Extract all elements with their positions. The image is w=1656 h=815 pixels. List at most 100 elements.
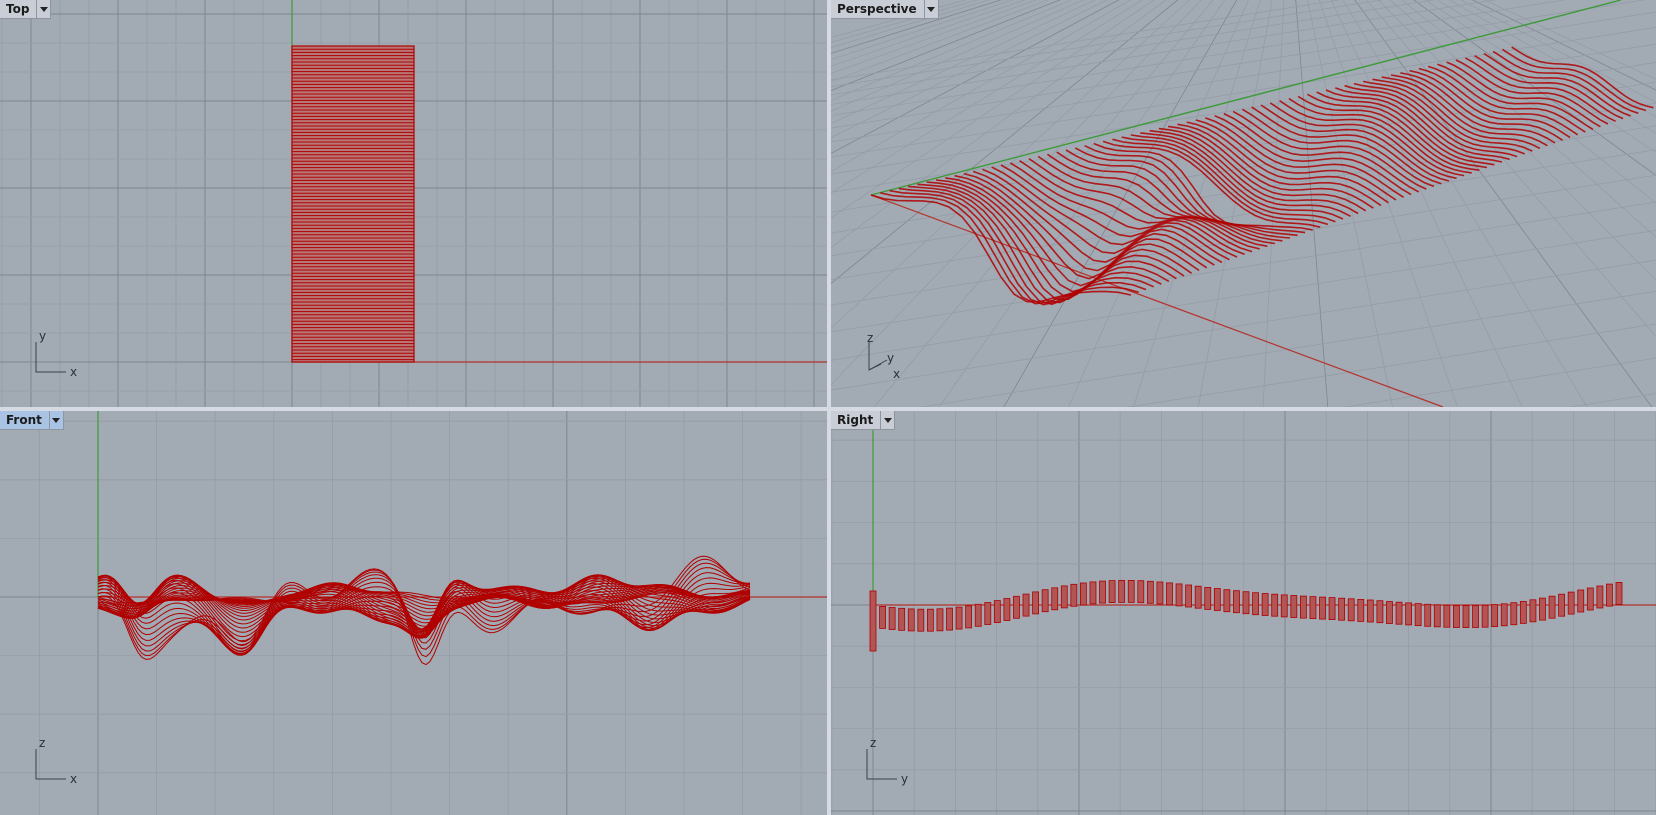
viewport-top[interactable]: xy Top	[0, 0, 827, 407]
axis-widget-icon	[866, 749, 897, 780]
viewport-title[interactable]: Perspective	[831, 0, 924, 18]
axis-label-horizontal: y	[901, 772, 908, 786]
viewport-front[interactable]: xz Front	[0, 411, 827, 815]
axis-widget-icon	[868, 359, 888, 371]
section-profile	[1462, 605, 1470, 629]
section-profile	[917, 608, 925, 632]
chevron-down-icon[interactable]	[36, 0, 50, 18]
viewport-tab-front[interactable]: Front	[0, 411, 64, 430]
viewport-tab-right[interactable]: Right	[831, 411, 896, 430]
grid-line	[1483, 0, 1656, 80]
grid-line	[1126, 323, 1656, 407]
section-profile	[1519, 600, 1527, 624]
section-profile	[1500, 603, 1508, 627]
section-profile	[1070, 583, 1078, 607]
section-profile	[1137, 580, 1145, 604]
grid-line	[1460, 0, 1656, 103]
section-profile	[1290, 595, 1298, 618]
axis-label-vertical: z	[39, 736, 45, 750]
section-profile	[936, 608, 944, 632]
section-profile	[1366, 599, 1374, 623]
section-profile	[1051, 587, 1059, 611]
section-profile	[1357, 598, 1365, 622]
section-profile	[1022, 593, 1030, 617]
grid-line	[831, 201, 1656, 333]
chevron-down-icon[interactable]	[48, 411, 63, 429]
grid-line	[1342, 357, 1656, 407]
section-profile	[926, 608, 934, 632]
section-profile	[974, 603, 982, 627]
section-profile	[1280, 594, 1288, 618]
section-profile	[946, 607, 953, 631]
geometry-perspective	[870, 46, 1654, 306]
geometry-right	[869, 579, 1623, 652]
section-profile	[955, 606, 963, 630]
axis-label-vertical: z	[870, 736, 876, 750]
grid-line	[831, 0, 1073, 101]
section-profile	[1041, 589, 1049, 613]
grid-line	[919, 290, 1656, 407]
section-profile	[1491, 604, 1499, 628]
section-profile	[1194, 585, 1202, 609]
viewport-tab-perspective[interactable]: Perspective	[831, 0, 939, 19]
top-view-canvas[interactable]: xy	[0, 0, 827, 407]
chevron-down-icon[interactable]	[923, 0, 938, 18]
section-profile	[1003, 598, 1011, 621]
front-view-canvas[interactable]: xz	[0, 411, 827, 815]
grid-line	[1389, 0, 1656, 238]
axis-label-horizontal: x	[70, 365, 77, 379]
section-profile	[1558, 593, 1566, 617]
section-profile	[1118, 579, 1126, 603]
section-profile	[1156, 581, 1164, 605]
viewport-title[interactable]: Front	[0, 411, 49, 429]
section-profile	[1223, 589, 1231, 613]
perspective-view-canvas[interactable]: zyx	[831, 0, 1656, 407]
section-profile	[1338, 597, 1346, 621]
right-view-canvas[interactable]: yz	[831, 411, 1656, 815]
section-profile	[1433, 604, 1441, 628]
section-strip	[1260, 104, 1450, 182]
viewport-right[interactable]: yz Right	[831, 411, 1656, 815]
section-profile	[1271, 593, 1279, 617]
section-profile	[1080, 582, 1087, 606]
section-profile	[1213, 588, 1221, 611]
section-profile	[1261, 593, 1269, 616]
grid-line	[1567, 393, 1656, 407]
section-profile	[993, 600, 1001, 624]
section-profile	[1233, 590, 1240, 614]
section-profile	[965, 605, 973, 629]
section-profile	[879, 605, 886, 629]
section-profile	[1405, 602, 1412, 626]
section-profile	[1252, 592, 1259, 616]
section-profile	[1108, 580, 1116, 604]
axis-widget-icon	[35, 342, 66, 373]
section-profile	[1567, 591, 1575, 615]
section-profile	[1060, 585, 1068, 609]
geometry-top	[291, 45, 415, 363]
section-profile	[1424, 603, 1432, 627]
section-profile	[1453, 605, 1460, 628]
section-profile	[1443, 604, 1451, 628]
section-strip	[1130, 134, 1344, 220]
viewport-perspective[interactable]: zyx Perspective	[831, 0, 1656, 407]
section-profile	[1586, 587, 1594, 611]
viewport-title[interactable]: Top	[0, 0, 36, 18]
section-profile	[1414, 603, 1422, 627]
section-profile	[1146, 580, 1154, 604]
grid-line	[831, 259, 1656, 391]
section-profile	[1032, 591, 1039, 615]
axis-label-z: z	[867, 331, 873, 345]
grid-line	[1401, 0, 1656, 204]
section-profile	[1089, 581, 1097, 605]
viewport-tab-top[interactable]: Top	[0, 0, 52, 19]
grid-line	[831, 229, 1656, 361]
section-strip	[1483, 52, 1631, 117]
viewport-title[interactable]: Right	[831, 411, 880, 429]
section-profile	[888, 607, 896, 630]
grid-line	[1448, 0, 1656, 118]
section-profile	[1204, 586, 1212, 610]
chevron-down-icon[interactable]	[880, 411, 894, 429]
section-profile	[907, 608, 915, 632]
section-profile	[1127, 579, 1135, 603]
axis-widget-icon	[868, 342, 882, 371]
